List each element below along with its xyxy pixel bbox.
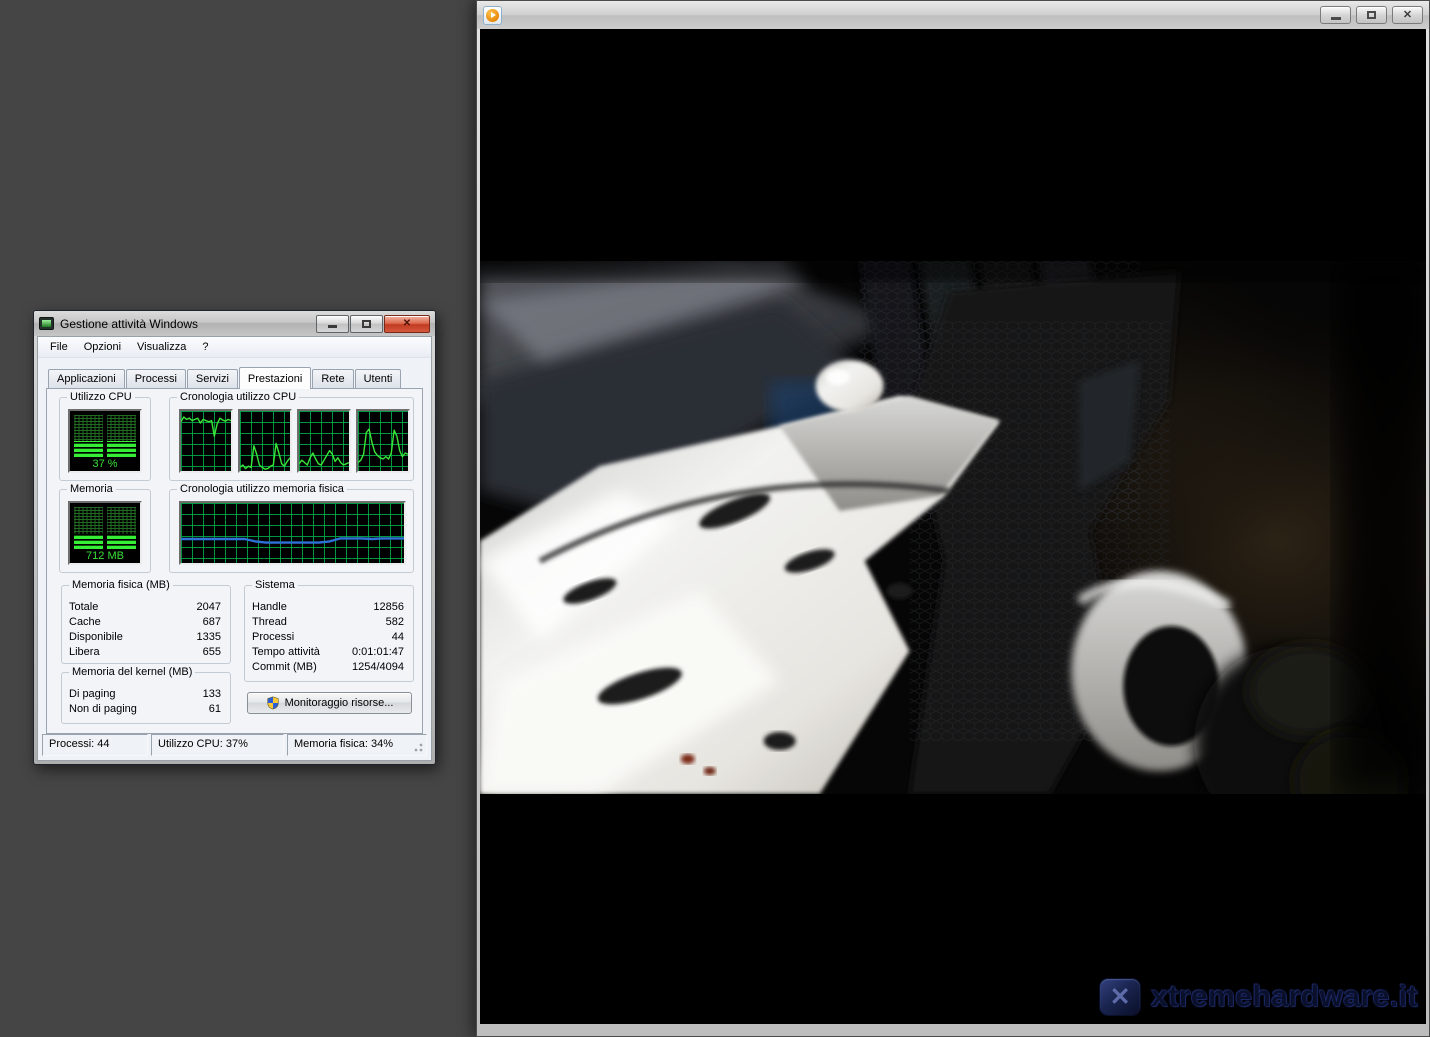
- taskmgr-dialog: Applicazioni Processi Servizi Prestazion…: [38, 359, 431, 730]
- player-app-icon[interactable]: [483, 6, 502, 25]
- stat-row: Processi44: [245, 630, 413, 645]
- player-video-area: ✕ xtremehardware.it: [480, 29, 1426, 1024]
- cpu-history-label: Cronologia utilizzo CPU: [177, 391, 299, 403]
- tab-strip: Applicazioni Processi Servizi Prestazion…: [46, 366, 423, 388]
- taskmgr-titlebar[interactable]: Gestione attività Windows ✕: [34, 311, 435, 336]
- cpu-history-graph-1: [179, 409, 233, 473]
- tab-rete[interactable]: Rete: [312, 369, 353, 388]
- menu-options[interactable]: Opzioni: [76, 338, 129, 356]
- cpu-usage-value: 37 %: [70, 458, 140, 470]
- maximize-icon: [1367, 11, 1376, 19]
- cpu-usage-label: Utilizzo CPU: [67, 391, 135, 403]
- video-still-art: [480, 261, 1426, 794]
- menu-help[interactable]: ?: [194, 338, 216, 356]
- close-icon: ✕: [1403, 10, 1412, 21]
- taskmgr-maximize-button[interactable]: [350, 315, 383, 333]
- cpu-usage-gauge: 37 %: [68, 409, 142, 473]
- taskmgr-app-icon: [39, 317, 54, 330]
- kernel-memory-group: Memoria del kernel (MB) Di paging133 Non…: [61, 672, 231, 724]
- player-minimize-button[interactable]: [1320, 6, 1351, 24]
- system-label: Sistema: [252, 579, 298, 591]
- tab-servizi[interactable]: Servizi: [187, 369, 238, 388]
- status-physical-memory: Memoria fisica: 34%: [287, 734, 427, 756]
- status-processes: Processi: 44: [42, 734, 148, 756]
- cpu-history-graph-3: [297, 409, 351, 473]
- uac-shield-icon: [266, 696, 280, 710]
- memory-group: Memoria 712 MB: [59, 489, 151, 573]
- maximize-icon: [362, 320, 371, 328]
- stat-row: Handle12856: [245, 600, 413, 615]
- play-icon: [486, 9, 499, 22]
- resize-grip[interactable]: [412, 741, 424, 753]
- tab-prestazioni[interactable]: Prestazioni: [239, 367, 311, 389]
- tab-applicazioni[interactable]: Applicazioni: [48, 369, 125, 388]
- close-icon: ✕: [403, 318, 411, 329]
- desktop: ✕: [0, 0, 1430, 1037]
- cpu-history-group: Cronologia utilizzo CPU: [169, 397, 414, 481]
- video-frame: [480, 261, 1426, 794]
- memory-gauge: 712 MB: [68, 501, 142, 565]
- window-title: Gestione attività Windows: [60, 317, 198, 331]
- performance-tab-panel: Utilizzo CPU 37 % Cronologia util: [46, 388, 423, 734]
- player-maximize-button[interactable]: [1356, 6, 1387, 24]
- system-group: Sistema Handle12856 Thread582 Processi44…: [244, 585, 414, 682]
- taskmgr-close-button[interactable]: ✕: [384, 315, 430, 333]
- resource-monitor-label: Monitoraggio risorse...: [285, 697, 394, 709]
- media-player-window: ✕: [476, 0, 1430, 1037]
- minimize-icon: [1331, 17, 1341, 20]
- cpu-history-graph-2: [238, 409, 292, 473]
- xtremehardware-logo-icon: ✕: [1099, 978, 1141, 1016]
- memory-history-group: Cronologia utilizzo memoria fisica: [169, 489, 414, 573]
- status-cpu-usage: Utilizzo CPU: 37%: [151, 734, 284, 756]
- memory-history-label: Cronologia utilizzo memoria fisica: [177, 483, 347, 495]
- stat-row: Commit (MB)1254/4094: [245, 660, 413, 675]
- stat-row: Thread582: [245, 615, 413, 630]
- taskmgr-client-area: File Opzioni Visualizza ? Applicazioni P…: [37, 336, 432, 761]
- menu-file[interactable]: File: [42, 338, 76, 356]
- watermark-text: xtremehardware.it: [1151, 980, 1418, 1014]
- tab-processi[interactable]: Processi: [126, 369, 186, 388]
- memory-label: Memoria: [67, 483, 116, 495]
- stat-row: Tempo attività0:01:01:47: [245, 645, 413, 660]
- physical-memory-label: Memoria fisica (MB): [69, 579, 173, 591]
- taskmgr-minimize-button[interactable]: [316, 315, 349, 333]
- resource-monitor-button[interactable]: Monitoraggio risorse...: [247, 692, 412, 714]
- memory-history-graph: [179, 501, 406, 565]
- cpu-usage-group: Utilizzo CPU 37 %: [59, 397, 151, 481]
- stat-row: Cache687: [62, 615, 230, 630]
- player-close-button[interactable]: ✕: [1392, 6, 1423, 24]
- memory-value: 712 MB: [70, 550, 140, 562]
- player-titlebar[interactable]: ✕: [477, 1, 1429, 29]
- watermark: ✕ xtremehardware.it: [1099, 978, 1418, 1016]
- stat-row: Libera655: [62, 645, 230, 660]
- kernel-memory-label: Memoria del kernel (MB): [69, 666, 195, 678]
- physical-memory-group: Memoria fisica (MB) Totale2047 Cache687 …: [61, 585, 231, 664]
- cpu-history-graph-4: [356, 409, 410, 473]
- stat-row: Di paging133: [62, 687, 230, 702]
- tab-utenti[interactable]: Utenti: [355, 369, 402, 388]
- minimize-icon: [328, 325, 337, 328]
- statusbar: Processi: 44 Utilizzo CPU: 37% Memoria f…: [42, 734, 427, 756]
- stat-row: Disponibile1335: [62, 630, 230, 645]
- stat-row: Non di paging61: [62, 702, 230, 717]
- task-manager-window: Gestione attività Windows ✕ File Opzioni…: [33, 310, 436, 765]
- menubar: File Opzioni Visualizza ?: [38, 337, 431, 358]
- menu-view[interactable]: Visualizza: [129, 338, 194, 356]
- stat-row: Totale2047: [62, 600, 230, 615]
